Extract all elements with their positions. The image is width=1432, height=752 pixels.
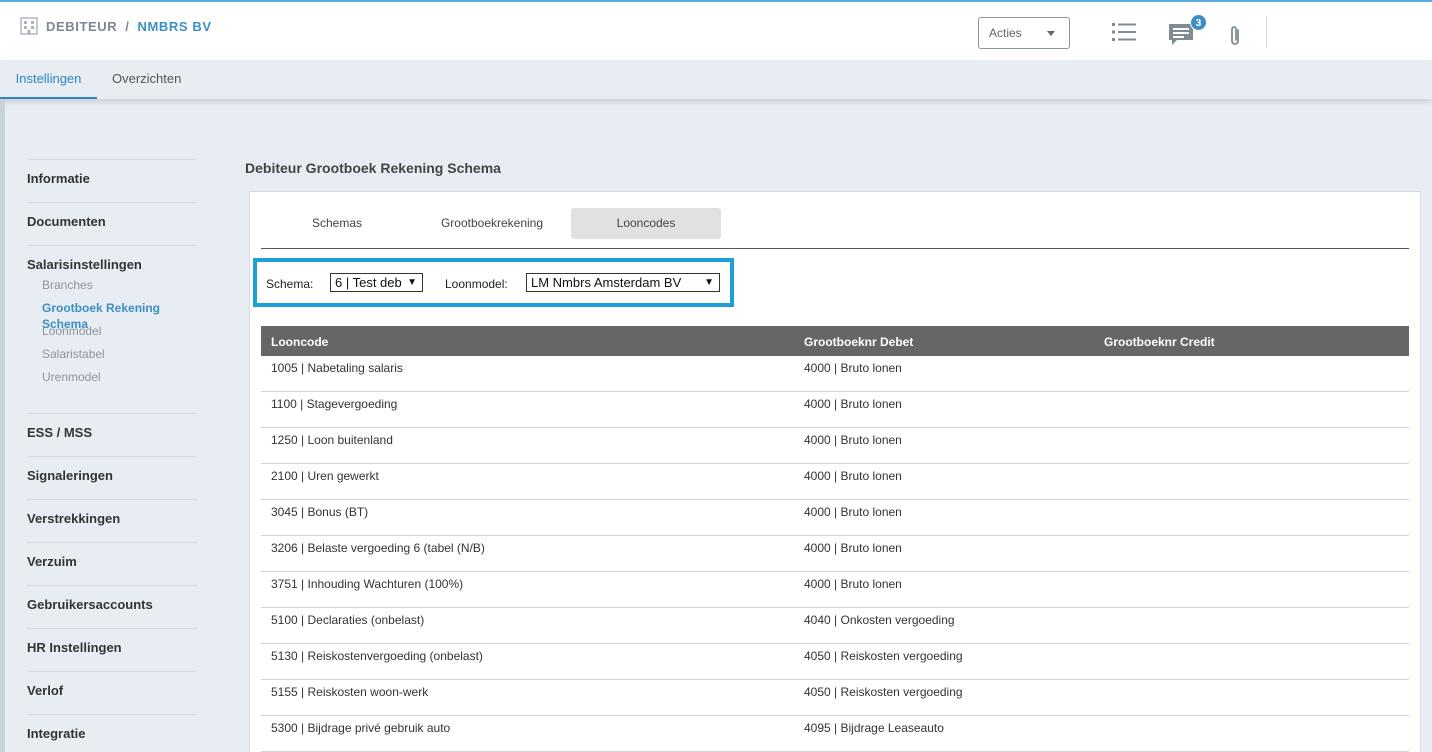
- column-header-looncode[interactable]: Looncode: [271, 335, 328, 349]
- subtab-looncodes[interactable]: Looncodes: [571, 208, 721, 239]
- left-edge-strip: [0, 99, 5, 752]
- table-row[interactable]: 3751 | Inhouding Wachturen (100%) 4000 | …: [261, 572, 1409, 608]
- sidebar-subitem-salaristabel[interactable]: Salaristabel: [27, 346, 197, 369]
- page-title: Debiteur Grootboek Rekening Schema: [245, 160, 501, 176]
- table-row[interactable]: 2100 | Uren gewerkt 4000 | Bruto lonen: [261, 464, 1409, 500]
- table-row[interactable]: 1005 | Nabetaling salaris 4000 | Bruto lo…: [261, 356, 1409, 392]
- sidebar-group-salarisinstellingen: Salarisinstellingen Branches Grootboek R…: [27, 245, 197, 413]
- sidebar-subitem-loonmodel[interactable]: Loonmodel: [27, 323, 197, 346]
- cell-looncode: 3045 | Bonus (BT): [271, 505, 369, 519]
- table-body: 1005 | Nabetaling salaris 4000 | Bruto lo…: [261, 356, 1409, 752]
- content-card: Schemas Grootboekrekening Looncodes Sche…: [249, 191, 1421, 752]
- cell-looncode: 1250 | Loon buitenland: [271, 433, 393, 447]
- list-icon[interactable]: [1111, 21, 1137, 43]
- sidebar: Informatie Documenten Salarisinstellinge…: [27, 159, 197, 752]
- breadcrumb-separator: /: [125, 18, 130, 34]
- entity-name[interactable]: NMBRS BV: [137, 19, 211, 34]
- loonmodel-select[interactable]: LM Nmbrs Amsterdam BV ▼: [526, 273, 720, 292]
- cell-debet: 4000 | Bruto lonen: [804, 577, 902, 591]
- tab-overzichten[interactable]: Overzichten: [112, 60, 181, 99]
- table-row[interactable]: 5130 | Reiskostenvergoeding (onbelast) 40…: [261, 644, 1409, 680]
- cell-debet: 4095 | Bijdrage Leaseauto: [804, 721, 944, 735]
- cell-debet: 4000 | Bruto lonen: [804, 541, 902, 555]
- breadcrumb: DEBITEUR / NMBRS BV: [20, 17, 212, 35]
- sidebar-item-ess-mss[interactable]: ESS / MSS: [27, 413, 197, 456]
- schema-label: Schema:: [266, 277, 314, 291]
- table-row[interactable]: 1250 | Loon buitenland 4000 | Bruto lonen: [261, 428, 1409, 464]
- table-row[interactable]: 3206 | Belaste vergoeding 6 (tabel (N/B)…: [261, 536, 1409, 572]
- filter-box: Schema: 6 | Test deb ▼ Loonmodel: LM Nmb…: [253, 258, 734, 307]
- cell-looncode: 5100 | Declaraties (onbelast): [271, 613, 425, 627]
- cell-looncode: 1005 | Nabetaling salaris: [271, 361, 403, 375]
- column-header-debet[interactable]: Grootboeknr Debet: [804, 335, 913, 349]
- cell-looncode: 1100 | Stagevergoeding: [271, 397, 398, 411]
- sidebar-subitem-branches[interactable]: Branches: [27, 277, 197, 300]
- acties-dropdown[interactable]: Acties: [978, 17, 1070, 49]
- column-header-credit[interactable]: Grootboeknr Credit: [1104, 335, 1215, 349]
- subtab-grootboekrekening[interactable]: Grootboekrekening: [422, 208, 562, 239]
- cell-debet: 4000 | Bruto lonen: [804, 397, 902, 411]
- top-bar: DEBITEUR / NMBRS BV Acties 3: [0, 0, 1432, 60]
- subtab-schemas[interactable]: Schemas: [287, 208, 387, 239]
- toolbar-divider: [1266, 16, 1267, 48]
- sidebar-item-verstrekkingen[interactable]: Verstrekkingen: [27, 499, 197, 542]
- sidebar-item-verlof[interactable]: Verlof: [27, 671, 197, 714]
- cell-looncode: 3206 | Belaste vergoeding 6 (tabel (N/B): [271, 541, 485, 555]
- caret-down-icon: [1047, 31, 1055, 36]
- cell-looncode: 5155 | Reiskosten woon-werk: [271, 685, 429, 699]
- acties-label: Acties: [989, 26, 1022, 40]
- cell-debet: 4050 | Reiskosten vergoeding: [804, 685, 963, 699]
- dropdown-arrow-icon: ▼: [407, 277, 417, 288]
- sidebar-item-signaleringen[interactable]: Signaleringen: [27, 456, 197, 499]
- cell-looncode: 5300 | Bijdrage privé gebruik auto: [271, 721, 451, 735]
- sidebar-item-documenten[interactable]: Documenten: [27, 202, 197, 245]
- tab-instellingen[interactable]: Instellingen: [0, 60, 97, 99]
- cell-looncode: 3751 | Inhouding Wachturen (100%): [271, 577, 464, 591]
- sidebar-subitem-grootboek-rekening-schema[interactable]: Grootboek Rekening Schema: [27, 300, 197, 331]
- table-row[interactable]: 1100 | Stagevergoeding 4000 | Bruto lonen: [261, 392, 1409, 428]
- sidebar-item-gebruikersaccounts[interactable]: Gebruikersaccounts: [27, 585, 197, 628]
- main-tabbar: Instellingen Overzichten: [0, 60, 1432, 99]
- sidebar-item-hr-instellingen[interactable]: HR Instellingen: [27, 628, 197, 671]
- table-row[interactable]: 5300 | Bijdrage privé gebruik auto 4095 |…: [261, 716, 1409, 752]
- cell-debet: 4000 | Bruto lonen: [804, 469, 902, 483]
- looncodes-table: Looncode Grootboeknr Debet Grootboeknr C…: [261, 326, 1409, 752]
- loonmodel-select-value: LM Nmbrs Amsterdam BV: [531, 275, 682, 290]
- cell-debet: 4050 | Reiskosten vergoeding: [804, 649, 963, 663]
- notification-badge: 3: [1190, 14, 1207, 31]
- schema-select[interactable]: 6 | Test deb ▼: [330, 273, 423, 292]
- sidebar-item-informatie[interactable]: Informatie: [27, 159, 197, 202]
- cell-debet: 4040 | Onkosten vergoeding: [804, 613, 955, 627]
- cell-debet: 4000 | Bruto lonen: [804, 505, 902, 519]
- sidebar-item-integratie[interactable]: Integratie: [27, 714, 197, 752]
- table-row[interactable]: 3045 | Bonus (BT) 4000 | Bruto lonen: [261, 500, 1409, 536]
- cell-looncode: 5130 | Reiskostenvergoeding (onbelast): [271, 649, 483, 663]
- building-icon: [20, 17, 38, 35]
- table-row[interactable]: 5155 | Reiskosten woon-werk 4050 | Reisko…: [261, 680, 1409, 716]
- subtab-divider: [261, 248, 1409, 249]
- dropdown-arrow-icon: ▼: [704, 277, 714, 288]
- loonmodel-label: Loonmodel:: [445, 277, 508, 291]
- table-header: Looncode Grootboeknr Debet Grootboeknr C…: [261, 326, 1409, 356]
- schema-select-value: 6 | Test deb: [335, 275, 402, 290]
- sidebar-item-verzuim[interactable]: Verzuim: [27, 542, 197, 585]
- paperclip-icon[interactable]: [1227, 24, 1243, 48]
- table-row[interactable]: 5100 | Declaraties (onbelast) 4040 | Onko…: [261, 608, 1409, 644]
- cell-debet: 4000 | Bruto lonen: [804, 361, 902, 375]
- cell-looncode: 2100 | Uren gewerkt: [271, 469, 379, 483]
- sidebar-item-salarisinstellingen[interactable]: Salarisinstellingen: [27, 257, 197, 277]
- sidebar-subitem-urenmodel[interactable]: Urenmodel: [27, 369, 197, 392]
- cell-debet: 4000 | Bruto lonen: [804, 433, 902, 447]
- entity-type: DEBITEUR: [46, 18, 118, 34]
